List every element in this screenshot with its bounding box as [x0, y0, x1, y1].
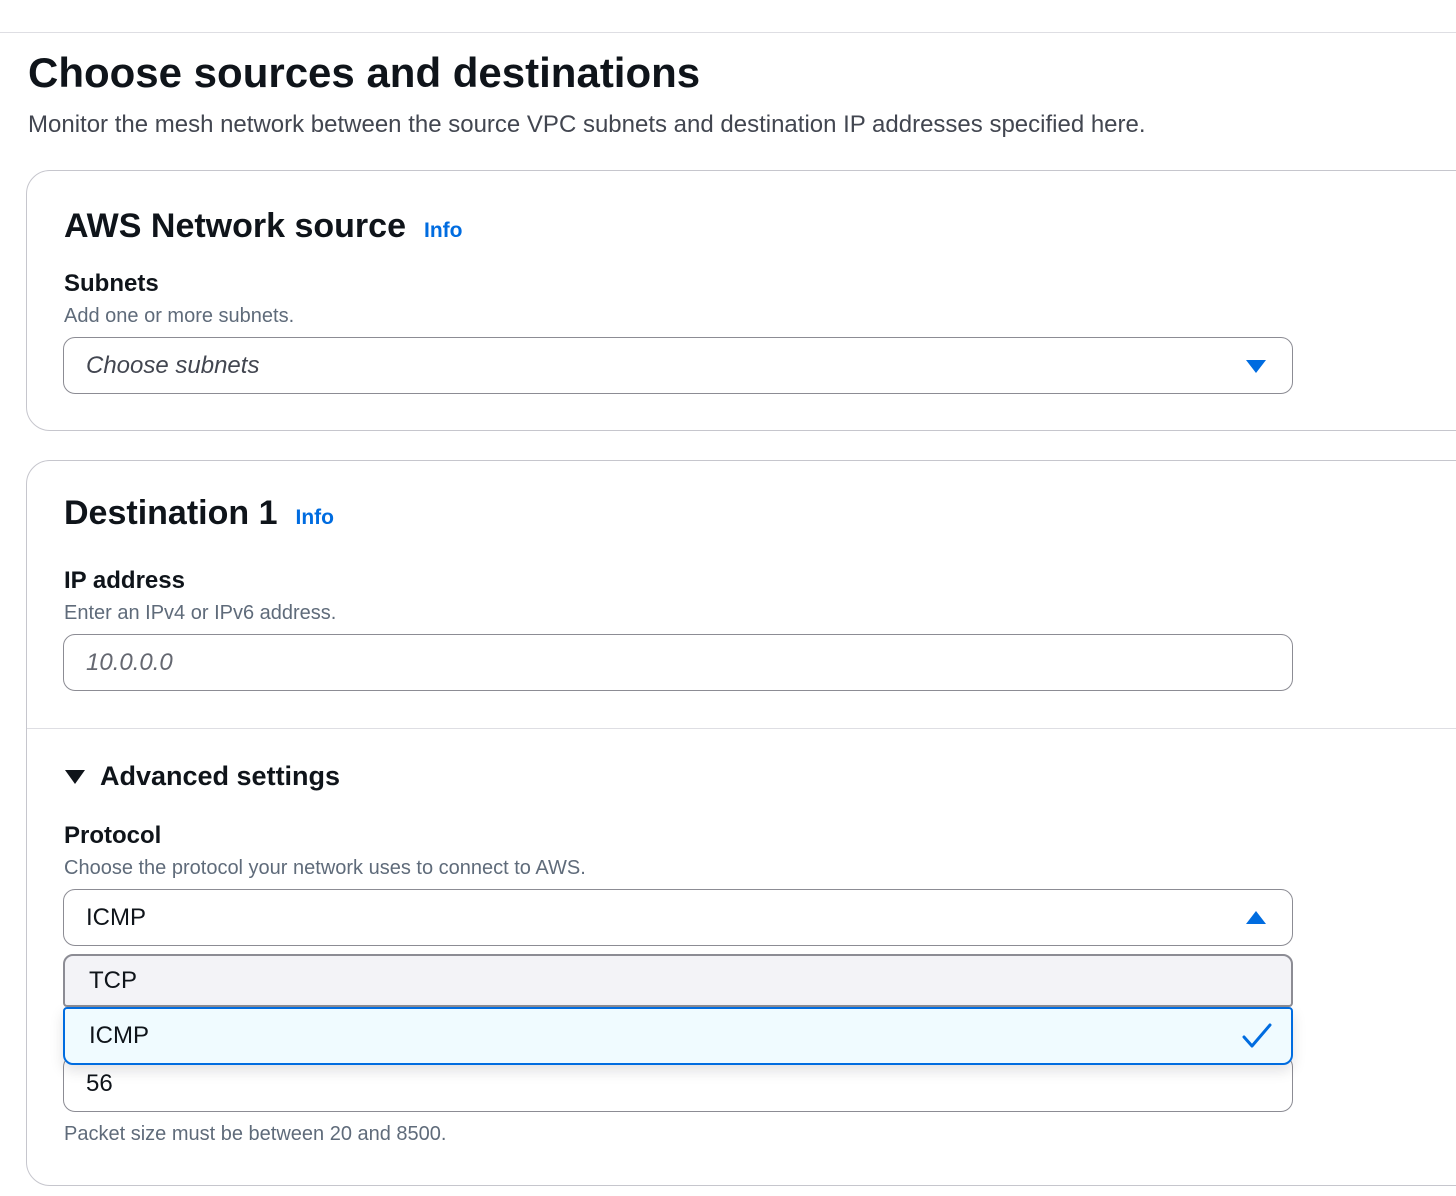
subnets-description: Add one or more subnets.: [64, 305, 295, 327]
source-info-link[interactable]: Info: [424, 219, 462, 243]
advanced-settings-label: Advanced settings: [100, 761, 341, 791]
top-divider: [0, 32, 1456, 33]
page-title: Choose sources and destinations: [28, 49, 701, 96]
protocol-select[interactable]: ICMP: [63, 889, 1293, 946]
subnets-placeholder: Choose subnets: [86, 351, 260, 379]
ip-address-label: IP address: [64, 567, 185, 594]
protocol-option-tcp[interactable]: TCP: [63, 954, 1293, 1007]
source-card-header: AWS Network source Info: [64, 205, 462, 247]
protocol-option-label: TCP: [89, 966, 137, 994]
protocol-option-icmp[interactable]: ICMP: [63, 1007, 1293, 1065]
protocol-label: Protocol: [64, 822, 162, 849]
aws-network-source-card: AWS Network source Info Subnets Add one …: [26, 170, 1456, 431]
destination-info-link[interactable]: Info: [295, 506, 333, 530]
caret-down-filled-icon: [65, 769, 85, 784]
packet-size-value: 56: [86, 1069, 113, 1097]
checkmark-icon: [1242, 1023, 1272, 1048]
protocol-option-label: ICMP: [89, 1022, 149, 1049]
destination-card: Destination 1 Info IP address Enter an I…: [26, 460, 1456, 1186]
page: Choose sources and destinations Monitor …: [0, 0, 1456, 1196]
page-description: Monitor the mesh network between the sou…: [28, 111, 1146, 138]
ip-address-input[interactable]: [86, 648, 1270, 677]
ip-address-field[interactable]: [63, 634, 1293, 691]
source-card-title: AWS Network source: [64, 207, 406, 245]
packet-size-hint: Packet size must be between 20 and 8500.: [64, 1123, 447, 1145]
advanced-settings-toggle[interactable]: Advanced settings: [65, 761, 340, 792]
protocol-description: Choose the protocol your network uses to…: [64, 857, 586, 879]
protocol-selected-value: ICMP: [86, 903, 146, 931]
protocol-dropdown-menu: TCP ICMP: [63, 954, 1293, 1065]
caret-up-icon: [1246, 910, 1266, 924]
destination-card-header: Destination 1 Info: [64, 492, 334, 534]
destination-card-title: Destination 1: [64, 494, 278, 532]
subnets-select[interactable]: Choose subnets: [63, 337, 1293, 394]
caret-down-icon: [1246, 359, 1266, 373]
section-divider: [27, 728, 1456, 729]
subnets-label: Subnets: [64, 270, 159, 297]
ip-address-description: Enter an IPv4 or IPv6 address.: [64, 602, 337, 624]
